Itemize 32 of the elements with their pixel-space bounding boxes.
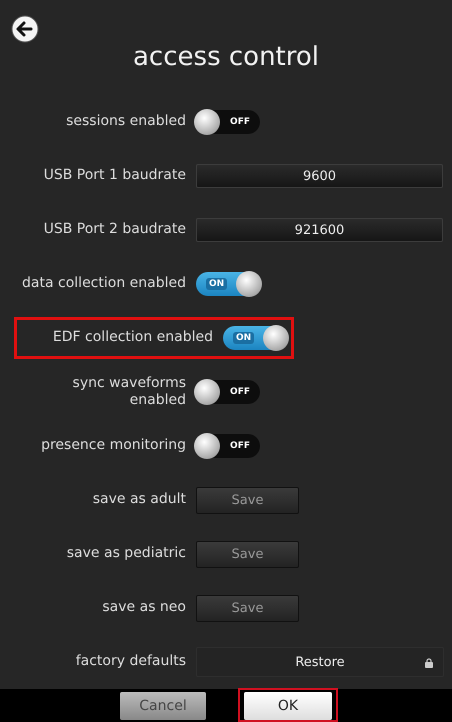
setting-label: USB Port 1 baudrate bbox=[44, 167, 186, 185]
save-button[interactable]: Save bbox=[196, 540, 299, 568]
toggle-switch[interactable]: ON bbox=[223, 326, 287, 350]
toggle-state: ON bbox=[233, 332, 254, 344]
setting-label: EDF collection enabled bbox=[52, 329, 213, 347]
dialog-button[interactable]: Cancel bbox=[120, 692, 206, 720]
back-icon[interactable] bbox=[10, 14, 40, 44]
lock-icon bbox=[425, 658, 433, 668]
setting-label: USB Port 2 baudrate bbox=[44, 221, 186, 239]
save-button[interactable]: Save bbox=[196, 594, 299, 622]
toggle-state: OFF bbox=[230, 441, 250, 451]
setting-label: presence monitoring bbox=[41, 437, 186, 455]
toggle-state: OFF bbox=[230, 387, 250, 397]
dialog-button[interactable]: OK bbox=[244, 692, 332, 720]
setting-label: sync waveforms enabled bbox=[72, 374, 186, 410]
toggle-switch[interactable]: ON bbox=[196, 272, 260, 296]
page-title: access control bbox=[133, 40, 319, 72]
baudrate-field[interactable]: 9600 bbox=[196, 164, 443, 188]
toggle-state: OFF bbox=[230, 117, 250, 127]
toggle-switch[interactable]: OFF bbox=[196, 110, 260, 134]
save-button[interactable]: Save bbox=[196, 486, 299, 514]
setting-label: save as pediatric bbox=[66, 545, 186, 563]
setting-label: data collection enabled bbox=[22, 275, 186, 293]
toggle-switch[interactable]: OFF bbox=[196, 434, 260, 458]
setting-label: sessions enabled bbox=[66, 113, 186, 131]
toggle-switch[interactable]: OFF bbox=[196, 380, 260, 404]
baudrate-field[interactable]: 921600 bbox=[196, 218, 443, 242]
setting-label: save as neo bbox=[102, 599, 186, 617]
setting-label: save as adult bbox=[92, 491, 186, 509]
toggle-state: ON bbox=[206, 278, 228, 290]
restore-button[interactable]: Restore bbox=[196, 647, 444, 677]
setting-label: factory defaults bbox=[76, 653, 186, 671]
